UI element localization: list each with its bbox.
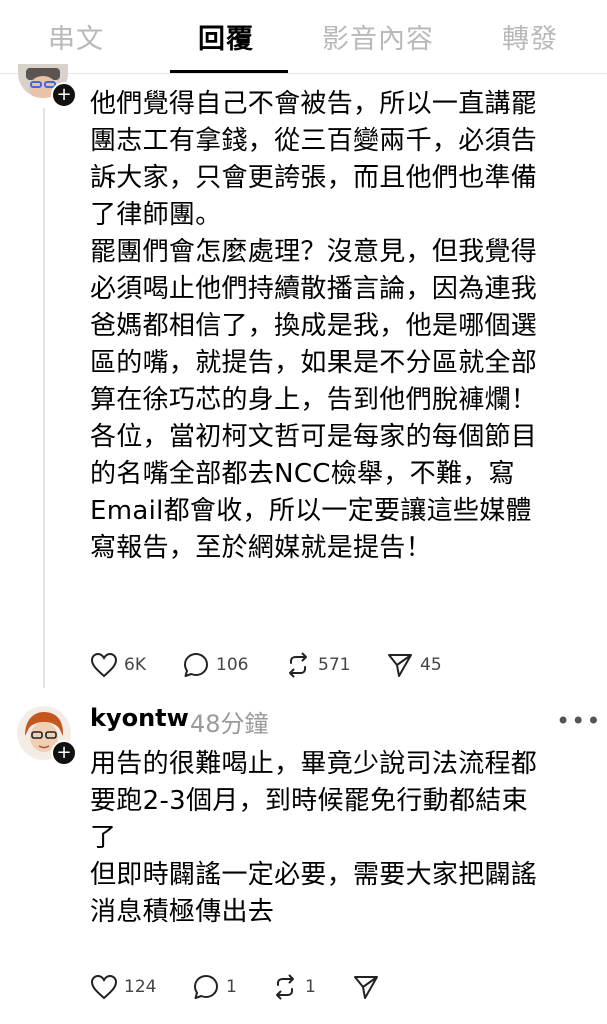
timestamp: 48分鐘 [190, 710, 269, 738]
tab-threads[interactable]: 串文 [48, 20, 104, 60]
repost-button[interactable]: 1 [271, 972, 316, 1002]
share-button[interactable] [352, 972, 380, 1002]
like-button[interactable]: 6K [90, 650, 146, 680]
like-button[interactable]: 124 [90, 972, 156, 1002]
tab-replies[interactable]: 回覆 [198, 20, 254, 60]
speech-bubble-icon [184, 653, 208, 677]
send-icon [354, 976, 378, 999]
reply-count: 106 [216, 655, 249, 675]
repost-icon [276, 974, 294, 1000]
thread-line [43, 108, 45, 688]
repost-button[interactable]: 571 [284, 650, 350, 680]
profile-tabs: 串文 回覆 影音內容 轉發 [0, 0, 607, 74]
post-text: 用告的很難喝止，畢竟少說司法流程都 要跑2-3個月，到時候罷免行動都結束 了 但… [90, 749, 538, 927]
repost-icon [289, 652, 307, 678]
like-count: 6K [124, 655, 146, 675]
share-button[interactable]: 45 [386, 650, 442, 680]
heart-icon [90, 974, 118, 1000]
reply-count: 1 [226, 977, 237, 997]
share-count: 45 [420, 655, 442, 675]
reply-button[interactable]: 1 [192, 972, 237, 1002]
post-text: 他們覺得自己不會被告，所以一直講罷 團志工有拿錢，從三百變兩千，必須告 訴大家，… [90, 89, 538, 563]
like-count: 124 [124, 977, 157, 997]
tab-reposts[interactable]: 轉發 [502, 20, 558, 60]
reply-button[interactable]: 106 [182, 650, 248, 680]
repost-count: 1 [305, 977, 316, 997]
username[interactable]: kyontw [90, 704, 189, 732]
more-options-icon[interactable]: ••• [556, 707, 601, 735]
plus-icon[interactable]: + [51, 740, 77, 766]
tab-media[interactable]: 影音內容 [322, 20, 434, 60]
repost-count: 571 [318, 655, 351, 675]
tab-divider [0, 73, 607, 74]
heart-icon [90, 652, 118, 678]
send-icon [388, 654, 412, 677]
speech-bubble-icon [194, 975, 218, 999]
plus-icon[interactable]: + [51, 82, 77, 108]
